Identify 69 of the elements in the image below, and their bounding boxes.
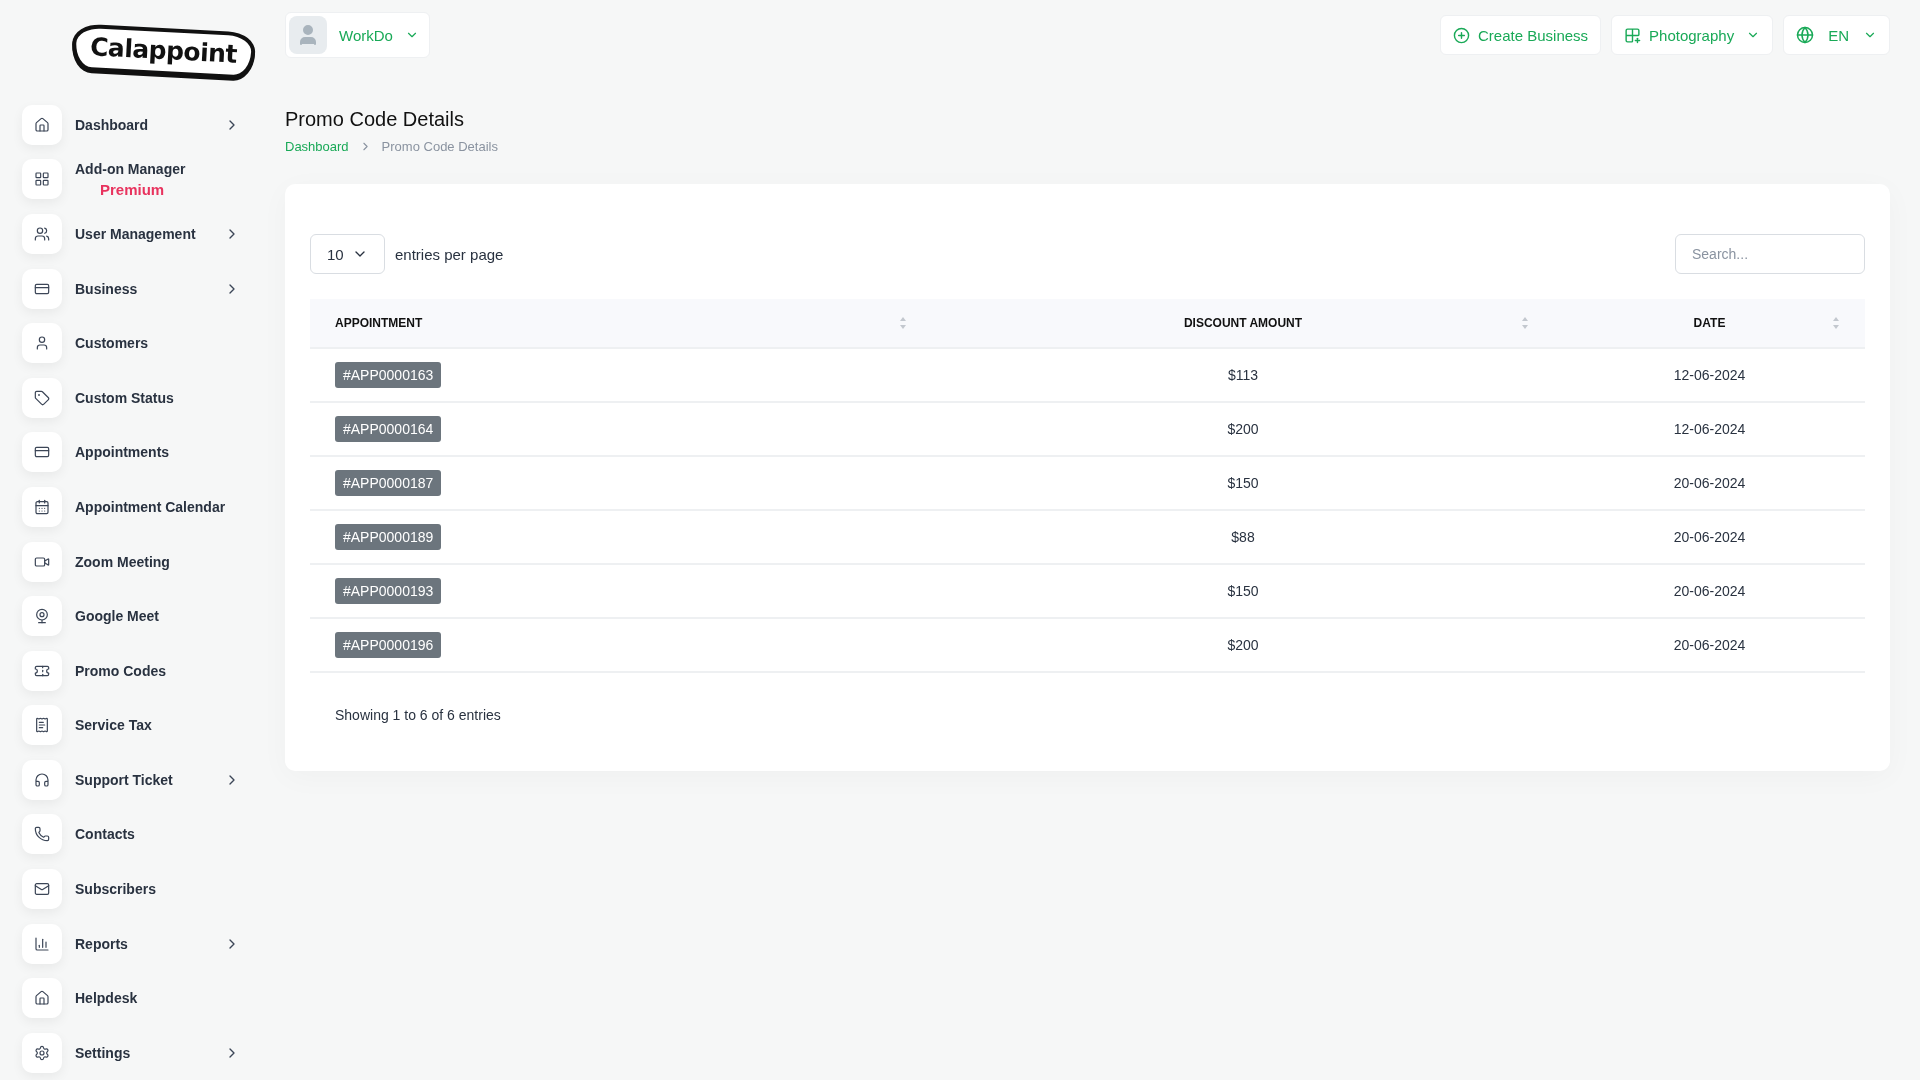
table-cell: 20-06-2024 [1554, 456, 1865, 510]
calendar-icon[interactable] [22, 486, 62, 527]
tag-icon[interactable] [22, 377, 62, 418]
appointment-tag: #APP0000187 [335, 470, 442, 496]
users-icon[interactable] [22, 214, 62, 255]
breadcrumb-current: Promo Code Details [381, 139, 498, 154]
column-header[interactable]: DATE [1554, 299, 1865, 348]
sidebar-item[interactable]: Dashboard [75, 116, 149, 133]
table-cell: $150 [932, 564, 1554, 618]
sidebar-item[interactable]: Appointment Calendar [75, 498, 226, 515]
sidebar-item[interactable]: Settings [75, 1044, 131, 1061]
plus-circle-icon [1453, 26, 1470, 44]
sidebar-item[interactable]: Promo Codes [75, 662, 166, 679]
globe-icon [1796, 26, 1815, 44]
sidebar-item[interactable]: Zoom Meeting [75, 553, 170, 570]
sidebar-item[interactable]: Contacts [75, 826, 135, 843]
ticket-icon[interactable] [22, 650, 62, 691]
appointment-tag: #APP0000163 [335, 362, 442, 388]
sidebar-item[interactable]: Helpdesk [75, 990, 138, 1007]
table-cell: $200 [932, 402, 1554, 456]
table-cell: 12-06-2024 [1554, 348, 1865, 402]
grid-plus-icon [1624, 26, 1642, 44]
grid-icon[interactable] [22, 159, 62, 200]
phone-icon[interactable] [22, 814, 62, 855]
card-icon[interactable] [22, 268, 62, 309]
search-field[interactable]: Search... [1675, 234, 1865, 274]
sidebar-item[interactable]: Google Meet [75, 608, 159, 625]
table-cell: 20-06-2024 [1554, 564, 1865, 618]
appointment-tag: #APP0000193 [335, 578, 442, 604]
premium-label: Premium [99, 180, 166, 198]
bar-chart-icon[interactable] [22, 923, 62, 964]
table-cell: 20-06-2024 [1554, 618, 1865, 672]
table-cell: 12-06-2024 [1554, 402, 1865, 456]
settings-icon[interactable] [22, 1032, 62, 1073]
receipt-icon[interactable] [22, 705, 62, 746]
page-title: Promo Code Details [285, 108, 465, 131]
entries-info: Showing 1 to 6 of 6 entries [334, 706, 502, 723]
sidebar-item[interactable]: Subscribers [75, 881, 156, 897]
video-camera-icon[interactable] [22, 541, 62, 582]
table-cell: $150 [932, 456, 1554, 510]
column-header[interactable]: DISCOUNT AMOUNT [932, 299, 1554, 348]
mail-icon[interactable] [22, 869, 62, 909]
card-icon[interactable] [22, 432, 62, 473]
sidebar-item[interactable]: User Management [75, 226, 196, 243]
page-size-select[interactable]: 10 [310, 234, 385, 274]
sidebar-item[interactable]: Appointments [75, 444, 170, 461]
home-icon[interactable] [22, 978, 62, 1019]
sidebar-item[interactable]: Custom Status [75, 389, 174, 406]
table-cell: $88 [932, 510, 1554, 564]
appointment-tag: #APP0000196 [335, 632, 442, 658]
webcam-icon[interactable] [22, 596, 62, 637]
user-icon[interactable] [22, 323, 62, 364]
table-cell: $200 [932, 618, 1554, 672]
sidebar-item[interactable]: Customers [75, 335, 149, 352]
appointment-tag: #APP0000189 [335, 524, 442, 550]
sidebar-item[interactable]: Service Tax [75, 717, 152, 734]
home-icon[interactable] [22, 104, 62, 145]
headphones-icon[interactable] [22, 759, 62, 800]
table-cell: 20-06-2024 [1554, 510, 1865, 564]
table-cell: $113 [932, 348, 1554, 402]
entries-label: entries per page [395, 245, 504, 263]
avatar-icon [289, 16, 327, 54]
sidebar-item[interactable]: Reports [75, 935, 128, 952]
appointment-tag: #APP0000164 [335, 416, 442, 442]
sidebar-item[interactable]: Business [75, 280, 138, 297]
logo: Calappoint [70, 23, 257, 81]
sidebar-item[interactable]: Support Ticket [75, 771, 173, 788]
sidebar-item[interactable]: Add-on Manager [75, 160, 186, 177]
column-header[interactable]: APPOINTMENT [310, 299, 932, 348]
